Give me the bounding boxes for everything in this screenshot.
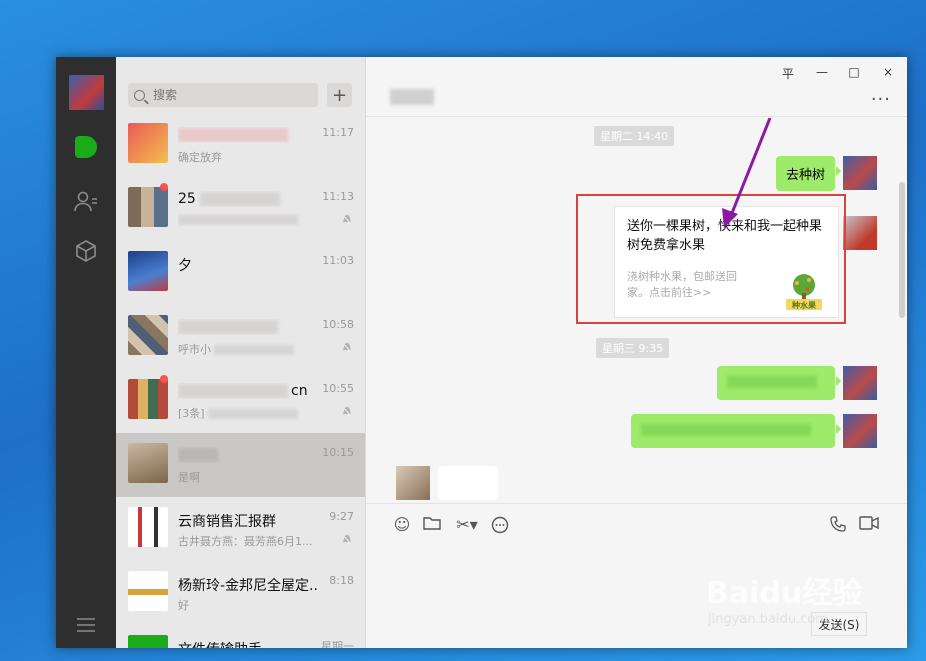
conversation-avatar bbox=[128, 123, 168, 163]
conversation-item-active[interactable]: 10:15 是啊 bbox=[116, 433, 365, 497]
nav-bar bbox=[56, 57, 116, 648]
conversation-preview: 呼市小 bbox=[178, 341, 318, 357]
sent-message[interactable] bbox=[631, 414, 841, 448]
sender-avatar bbox=[843, 216, 877, 250]
minimize-button[interactable]: — bbox=[814, 65, 830, 79]
conversation-time: 11:13 bbox=[322, 190, 354, 203]
unread-dot bbox=[160, 183, 168, 191]
conversation-item[interactable]: 夕 11:03 bbox=[116, 241, 365, 305]
sent-message[interactable]: 去种树 bbox=[775, 156, 842, 191]
conversation-item[interactable]: 文件传输助手 星期一 bbox=[116, 625, 365, 648]
more-options-button[interactable]: ··· bbox=[871, 89, 891, 110]
group-avatar bbox=[128, 507, 168, 547]
conversation-preview: 是啊 bbox=[178, 471, 200, 484]
conversation-time: 8:18 bbox=[329, 574, 354, 587]
conversation-preview: [3条] bbox=[178, 405, 318, 421]
conversation-preview: 古井聂方燕：聂芳燕6月1... bbox=[178, 535, 313, 548]
chat-title bbox=[390, 87, 434, 105]
group-avatar bbox=[128, 315, 168, 355]
conversation-name bbox=[178, 447, 318, 463]
chat-panel: 平 — □ × ··· 星期二 14:40 去种树 送你一棵果树，快来和我一起种… bbox=[366, 57, 907, 648]
my-avatar bbox=[843, 156, 877, 190]
conversation-time: 10:58 bbox=[322, 318, 354, 331]
pin-button[interactable]: 平 bbox=[780, 65, 796, 82]
my-avatar bbox=[843, 366, 877, 400]
time-tag: 星期三 9:35 bbox=[596, 338, 670, 358]
search-icon bbox=[134, 89, 145, 101]
unread-dot bbox=[160, 375, 168, 383]
contact-avatar bbox=[396, 466, 430, 500]
input-toolbar: ☺ ✂▾ bbox=[366, 503, 907, 543]
annotation-arrow bbox=[722, 118, 772, 228]
message-area: 星期二 14:40 去种树 送你一棵果树，快来和我一起种果树免费拿水果 浇树种水… bbox=[366, 118, 907, 503]
conversation-time: 11:03 bbox=[322, 254, 354, 267]
conversation-preview: 确定放弃 bbox=[178, 151, 222, 164]
voice-call-icon[interactable] bbox=[828, 516, 848, 534]
conversation-avatar bbox=[128, 571, 168, 611]
contacts-nav-icon[interactable] bbox=[72, 187, 100, 215]
conversation-list: + 11:17 确定放弃 25 11:13 夕 11:03 10:58 呼市小 bbox=[116, 57, 366, 648]
chat-nav-icon[interactable] bbox=[72, 133, 100, 161]
received-message[interactable] bbox=[438, 466, 498, 500]
file-transfer-icon bbox=[128, 635, 168, 648]
wechat-window: + 11:17 确定放弃 25 11:13 夕 11:03 10:58 呼市小 bbox=[56, 57, 907, 648]
conversation-time: 10:15 bbox=[322, 446, 354, 459]
mute-icon bbox=[342, 214, 352, 225]
maximize-button[interactable]: □ bbox=[846, 65, 862, 79]
mute-icon bbox=[342, 406, 352, 417]
group-avatar bbox=[128, 187, 168, 227]
close-button[interactable]: × bbox=[880, 65, 896, 79]
conversation-item[interactable]: 杨新玲-金邦尼全屋定... 8:18 好 bbox=[116, 561, 365, 625]
conversation-time: 9:27 bbox=[329, 510, 354, 523]
conversation-preview bbox=[178, 213, 318, 226]
conversation-avatar bbox=[128, 251, 168, 291]
my-avatar[interactable] bbox=[69, 75, 104, 110]
conversation-item[interactable]: 云商销售汇报群 9:27 古井聂方燕：聂芳燕6月1... bbox=[116, 497, 365, 561]
mute-icon bbox=[342, 342, 352, 353]
chat-history-icon[interactable] bbox=[490, 516, 510, 534]
sent-message[interactable] bbox=[717, 366, 841, 400]
conversation-preview: 好 bbox=[178, 599, 189, 612]
watermark-url: jingyan.baidu.com bbox=[708, 612, 828, 627]
favorites-nav-icon[interactable] bbox=[72, 237, 100, 265]
time-tag: 星期二 14:40 bbox=[594, 126, 675, 146]
conversation-time: 11:17 bbox=[322, 126, 354, 139]
conversation-name: cn bbox=[178, 383, 318, 399]
conversation-name: 25 bbox=[178, 191, 318, 207]
conversation-item[interactable]: 10:58 呼市小 bbox=[116, 305, 365, 369]
conversation-name bbox=[178, 127, 318, 143]
emoji-icon[interactable]: ☺ bbox=[392, 516, 412, 534]
search-box[interactable] bbox=[128, 83, 318, 107]
my-avatar bbox=[843, 414, 877, 448]
conversation-item[interactable]: 25 11:13 bbox=[116, 177, 365, 241]
conversation-time: 星期一 bbox=[321, 640, 354, 648]
folder-icon[interactable] bbox=[422, 516, 442, 534]
conversation-item[interactable]: cn 10:55 [3条] bbox=[116, 369, 365, 433]
highlight-box bbox=[576, 194, 846, 324]
conversation-name bbox=[178, 319, 318, 335]
scrollbar[interactable] bbox=[899, 182, 905, 318]
conversation-item[interactable]: 11:17 确定放弃 bbox=[116, 113, 365, 177]
group-avatar bbox=[128, 379, 168, 419]
add-chat-button[interactable]: + bbox=[327, 83, 352, 107]
conversation-name: 夕 bbox=[178, 258, 192, 274]
chat-header: 平 — □ × ··· bbox=[366, 57, 907, 117]
video-call-icon[interactable] bbox=[858, 516, 880, 534]
search-input[interactable] bbox=[153, 88, 303, 102]
watermark: Baidu经验 bbox=[706, 576, 863, 611]
screenshot-icon[interactable]: ✂▾ bbox=[454, 516, 480, 534]
conversation-name: 云商销售汇报群 bbox=[178, 514, 276, 530]
conversation-avatar bbox=[128, 443, 168, 483]
conversation-time: 10:55 bbox=[322, 382, 354, 395]
conversation-name: 杨新玲-金邦尼全屋定... bbox=[178, 578, 318, 594]
mute-icon bbox=[342, 534, 352, 545]
menu-icon[interactable] bbox=[72, 611, 100, 639]
conversation-name: 文件传输助手 bbox=[178, 639, 318, 648]
